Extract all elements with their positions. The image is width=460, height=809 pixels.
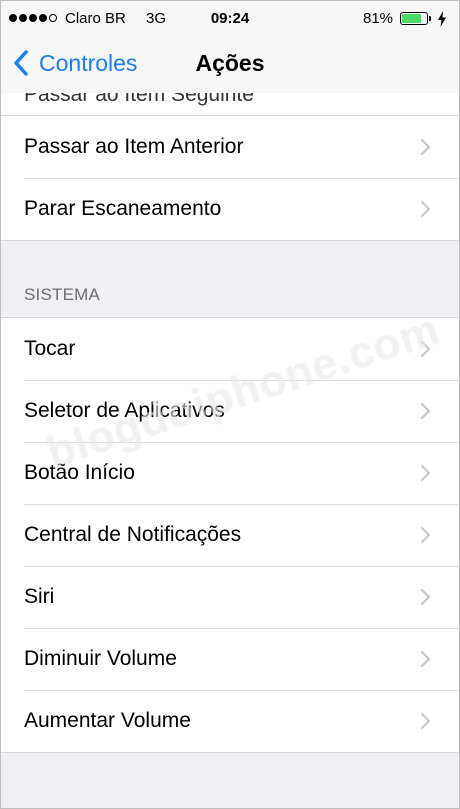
list-item-label: Seletor de Aplicativos — [24, 399, 225, 422]
list-item-label: Botão Início — [24, 461, 135, 484]
status-bar: Claro BR 3G 09:24 81% — [1, 1, 459, 41]
list-item-label: Aumentar Volume — [24, 709, 191, 732]
list-item-label: Central de Notificações — [24, 523, 242, 546]
list-item-label: Parar Escaneamento — [24, 197, 222, 220]
battery-level-fill — [402, 14, 422, 23]
back-chevron-icon — [14, 50, 28, 76]
list-item-label: Siri — [24, 585, 55, 608]
list-item-label: Passar ao Item Seguinte — [24, 93, 254, 106]
list-item-label: Tocar — [24, 337, 76, 360]
navigation-bar: Ações Controles — [1, 41, 459, 93]
list-item[interactable]: Tocar — [1, 318, 459, 380]
chevron-right-icon — [420, 526, 431, 544]
chevron-right-icon — [420, 340, 431, 358]
system-list: Tocar Seletor de Aplicativos Botão Iníci… — [1, 317, 459, 753]
list-item[interactable]: Central de Notificações — [1, 504, 459, 566]
chevron-right-icon — [420, 588, 431, 606]
list-item-partial[interactable]: Passar ao Item Seguinte — [1, 93, 459, 116]
list-item-label: Passar ao Item Anterior — [24, 135, 244, 158]
list-item[interactable]: Seletor de Aplicativos — [1, 380, 459, 442]
back-button-label: Controles — [39, 49, 138, 76]
list-item[interactable]: Passar ao Item Anterior — [1, 116, 459, 178]
list-item[interactable]: Diminuir Volume — [1, 628, 459, 690]
chevron-right-icon — [420, 200, 431, 218]
chevron-right-icon — [420, 464, 431, 482]
list-item[interactable]: Parar Escaneamento — [1, 178, 459, 240]
chevron-right-icon — [420, 650, 431, 668]
chevron-right-icon — [420, 712, 431, 730]
back-button[interactable]: Controles — [13, 41, 137, 85]
list-item[interactable]: Botão Início — [1, 442, 459, 504]
list-item[interactable]: Siri — [1, 566, 459, 628]
chevron-right-icon — [420, 402, 431, 420]
phone-screen: Claro BR 3G 09:24 81% Ações Controles Pa… — [0, 0, 460, 809]
charging-bolt-icon — [438, 11, 446, 27]
actions-list: Passar ao Item Anterior Parar Escaneamen… — [1, 116, 459, 241]
section-header: SISTEMA — [24, 285, 101, 304]
list-item[interactable]: Aumentar Volume — [1, 690, 459, 752]
battery-icon — [400, 12, 428, 25]
battery-percentage: 81% — [363, 10, 394, 27]
list-item-label: Diminuir Volume — [24, 647, 177, 670]
battery-tip — [429, 16, 431, 21]
chevron-right-icon — [420, 138, 431, 156]
